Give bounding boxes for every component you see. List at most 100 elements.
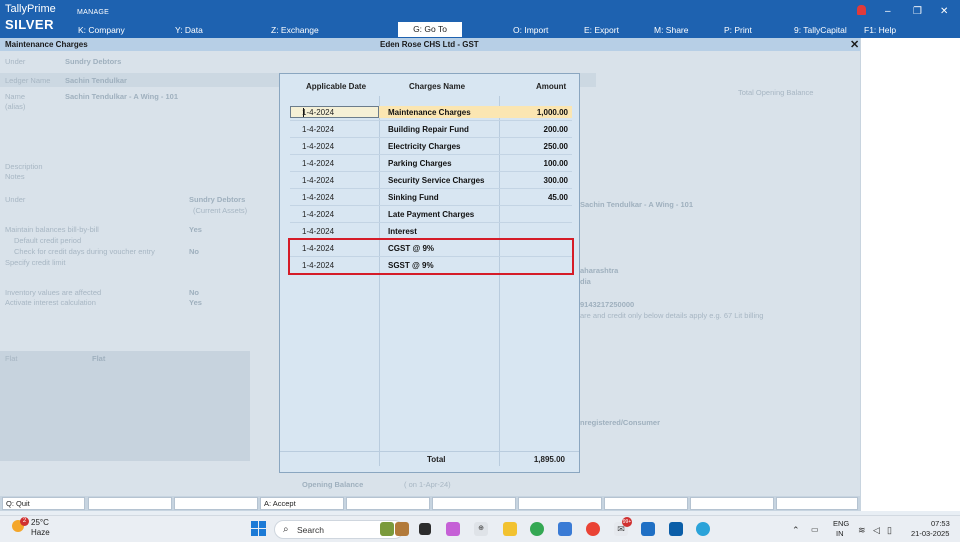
copilot-icon[interactable] [446,522,460,536]
quit-button[interactable]: Q: Quit [2,497,85,510]
edge-icon[interactable] [696,522,710,536]
empty-button[interactable] [518,497,602,510]
menu-import[interactable]: O: Import [513,25,548,35]
note-text: are and credit only below details apply … [580,311,764,320]
menu-goto[interactable]: G: Go To [398,22,462,37]
charge-date[interactable]: 1-4-2024 [302,193,334,202]
under-label: Under [5,57,26,66]
menu-share[interactable]: M: Share [654,25,689,35]
charge-row[interactable]: 1-4-2024 Electricity Charges 250.00 [290,138,572,155]
flat-label: Flat [5,354,18,363]
charge-date[interactable]: 1-4-2024 [302,227,334,236]
news-widget-icon[interactable] [380,522,394,536]
minimize-icon[interactable]: – [885,6,891,17]
accept-button[interactable]: A: Accept [260,497,344,510]
header-applicable-date: Applicable Date [306,82,367,91]
speaker-icon[interactable]: ◁ [873,525,880,536]
charge-name: Electricity Charges [388,142,461,151]
ledger-name-label: Ledger Name [5,76,51,85]
menu-tallycapital[interactable]: 9: TallyCapital [794,25,847,35]
file-explorer-icon[interactable] [503,522,517,536]
charge-amount: 45.00 [547,193,568,202]
charge-row[interactable]: 1-4-2024 Maintenance Charges 1,000.00 [290,104,572,121]
pinned-app-icon[interactable] [395,522,409,536]
activate-interest-value: Yes [189,298,202,307]
charge-row[interactable]: 1-4-2024 Security Service Charges 300.00 [290,172,572,189]
ledger-name-value: Sachin Tendulkar [65,76,127,85]
clock-time[interactable]: 07:53 [931,519,950,528]
chrome-profile-icon[interactable] [586,522,600,536]
language-region[interactable]: IN [836,529,844,538]
charge-date[interactable]: 1-4-2024 [302,159,334,168]
notification-bell-icon[interactable] [857,5,866,15]
menu-exchange[interactable]: Z: Exchange [271,25,319,35]
charge-date[interactable]: 1-4-2024 [302,210,334,219]
gst-rows-highlight-box [288,238,574,275]
empty-button[interactable] [346,497,430,510]
chrome-icon[interactable] [530,522,544,536]
task-view-icon[interactable] [419,523,431,535]
charge-amount: 100.00 [543,159,568,168]
charge-date[interactable]: 1-4-2024 [302,108,334,117]
charge-row[interactable]: 1-4-2024 Late Payment Charges [290,206,572,223]
meet-icon[interactable]: ⊕ [474,522,488,536]
menu-company[interactable]: K: Company [78,25,125,35]
opening-balance-label: Opening Balance [302,480,364,489]
inventory-affected-label: Inventory values are affected [5,288,102,297]
empty-button[interactable] [174,497,258,510]
check-credit-value: No [189,247,199,256]
activate-interest-label: Activate interest calculation [5,298,96,307]
mail-badge: 99+ [622,517,632,527]
charge-date[interactable]: 1-4-2024 [302,142,334,151]
under2-label: Under [5,195,26,204]
lower-section-band [0,351,250,461]
menu-data[interactable]: Y: Data [175,25,203,35]
restore-icon[interactable]: ❐ [913,6,922,17]
maintain-balances-label: Maintain balances bill-by-bill [5,225,99,234]
empty-button[interactable] [690,497,774,510]
charge-row[interactable]: 1-4-2024 Sinking Fund 45.00 [290,189,572,206]
empty-button[interactable] [604,497,688,510]
under-value: Sundry Debtors [65,57,122,66]
description-label: Description [5,162,43,171]
name-value: Sachin Tendulkar - A Wing - 101 [65,92,179,101]
weather-desc[interactable]: Haze [31,528,50,537]
charge-date[interactable]: 1-4-2024 [302,125,334,134]
chevron-up-icon[interactable]: ⌃ [792,525,800,536]
charge-name: Late Payment Charges [388,210,475,219]
charge-row[interactable]: 1-4-2024 Building Repair Fund 200.00 [290,121,572,138]
screen-close-icon[interactable]: ✕ [850,38,859,51]
empty-button[interactable] [776,497,858,510]
button-bar: Q: Quit A: Accept [0,496,860,511]
windows-start-icon[interactable] [251,521,266,536]
tallyprime-taskbar-icon[interactable] [641,522,655,536]
photos-icon[interactable] [558,522,572,536]
charge-row[interactable]: 1-4-2024 Parking Charges 100.00 [290,155,572,172]
menu-export[interactable]: E: Export [584,25,619,35]
check-credit-label: Check for credit days during voucher ent… [14,247,155,256]
charge-amount: 250.00 [543,142,568,151]
alias-label: (alias) [5,102,26,111]
wifi-icon[interactable]: ≋ [858,525,866,536]
menu-help[interactable]: F1: Help [864,25,896,35]
charge-name: Parking Charges [388,159,452,168]
windows-taskbar: 2 25°C Haze ⌕ Search ⊕ ✉ 99+ ⌃ ▭ ENG IN … [0,515,960,542]
language-code[interactable]: ENG [833,519,849,528]
charge-date[interactable]: 1-4-2024 [302,176,334,185]
tablet-icon[interactable]: ▭ [811,525,819,534]
window-close-icon[interactable]: ✕ [940,6,948,17]
maintain-balances-value: Yes [189,225,202,234]
charge-amount: 300.00 [543,176,568,185]
weather-temp[interactable]: 25°C [31,518,49,527]
total-opening-balance-label: Total Opening Balance [738,88,814,97]
empty-button[interactable] [88,497,172,510]
menu-print[interactable]: P: Print [724,25,752,35]
empty-button[interactable] [432,497,516,510]
calculator-icon[interactable] [669,522,683,536]
opening-balance-date: ( on 1-Apr-24) [404,480,451,489]
battery-icon[interactable]: ▯ [887,525,892,536]
company-title: Eden Rose CHS Ltd - GST [380,40,479,49]
right-button-panel [860,38,960,514]
mailing-name-value: Sachin Tendulkar - A Wing - 101 [580,200,694,209]
clock-date[interactable]: 21-03-2025 [911,529,949,538]
